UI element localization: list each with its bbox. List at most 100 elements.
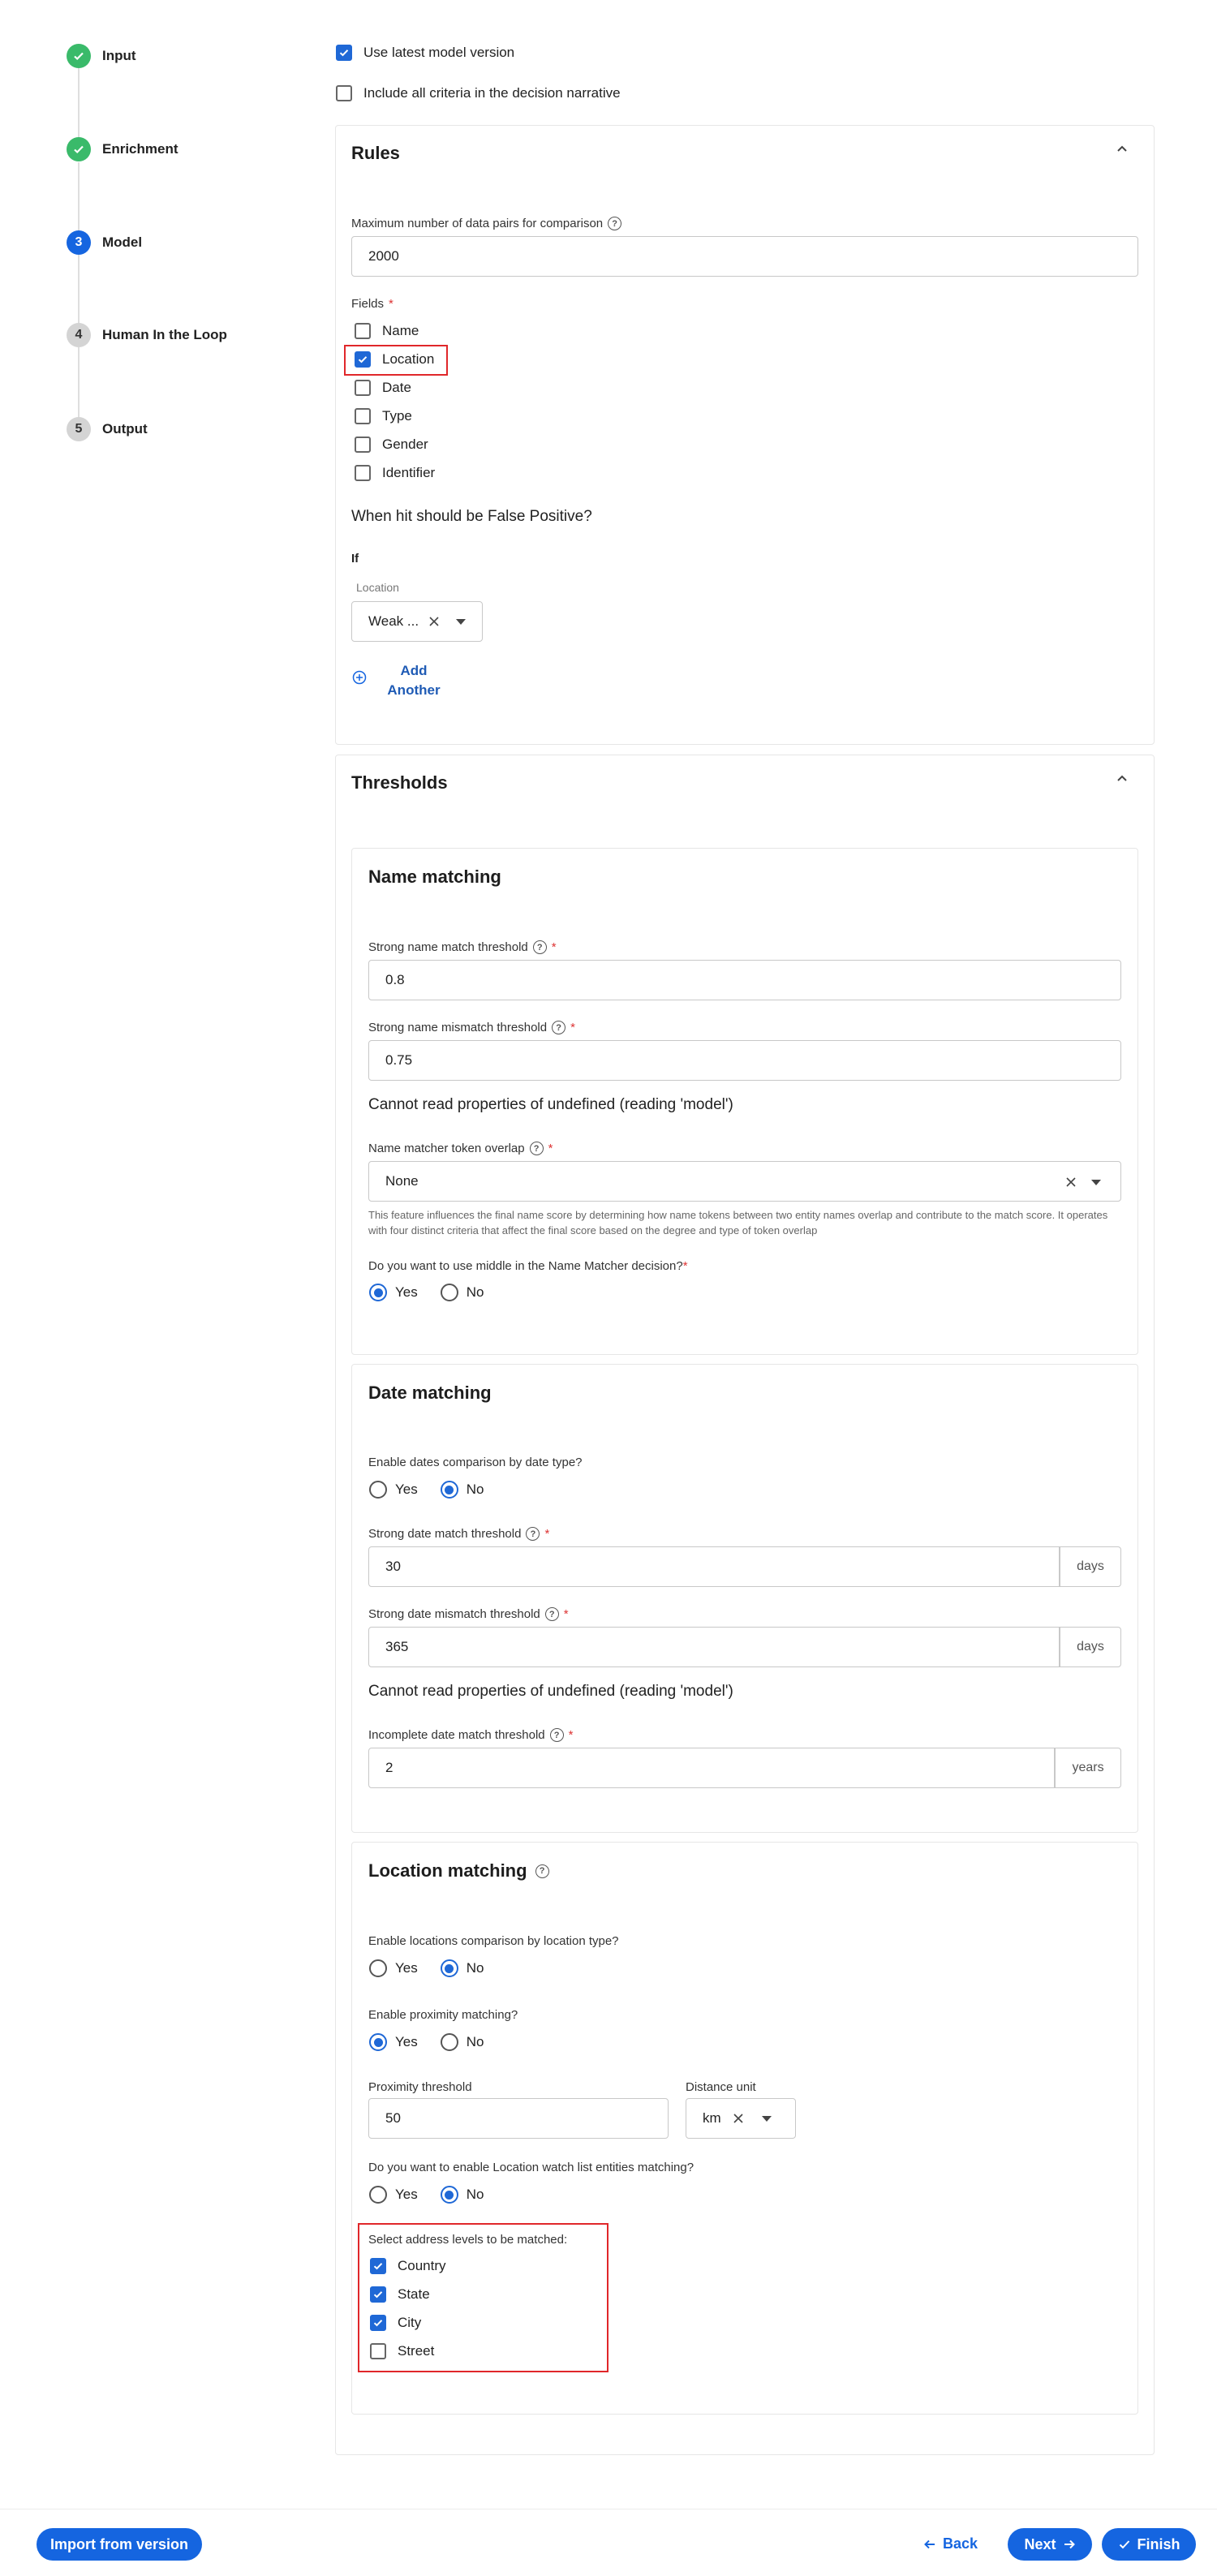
dropdown-caret-icon[interactable] (761, 2115, 772, 2122)
help-icon[interactable]: ? (532, 940, 547, 954)
select-value: Weak ... (368, 613, 419, 629)
step-label: Human In the Loop (102, 327, 227, 342)
strong-name-mismatch-input[interactable]: 0.75 (368, 1040, 1121, 1081)
select-value: None (385, 1173, 419, 1189)
checkbox-checked[interactable] (370, 2315, 386, 2331)
checkbox-unchecked[interactable] (355, 465, 371, 481)
checkbox-unchecked[interactable] (370, 2343, 386, 2359)
address-levels-label: Select address levels to be matched: (368, 2233, 568, 2247)
proximity-question: Enable proximity matching? (368, 2008, 518, 2022)
add-circle-icon[interactable] (352, 670, 367, 685)
checkbox-unchecked[interactable] (355, 380, 371, 396)
include-criteria-option[interactable]: Include all criteria in the decision nar… (336, 85, 621, 101)
option-label: Include all criteria in the decision nar… (363, 85, 621, 101)
strong-name-match-input[interactable]: 0.8 (368, 960, 1121, 1000)
finish-button[interactable]: Finish (1102, 2528, 1196, 2561)
chevron-up-icon[interactable] (1113, 770, 1131, 788)
address-level-city[interactable]: City (370, 2315, 421, 2331)
checkbox-unchecked[interactable] (355, 323, 371, 339)
address-level-state[interactable]: State (370, 2286, 430, 2303)
location-rule-select[interactable]: Weak ... (351, 601, 483, 642)
back-button[interactable]: Back (923, 2535, 978, 2552)
address-level-label: State (398, 2286, 430, 2302)
checkbox-unchecked[interactable] (355, 408, 371, 424)
proximity-threshold-input[interactable]: 50 (368, 2098, 669, 2139)
token-overlap-label: Name matcher token overlap ? * (368, 1142, 553, 1155)
step-model[interactable]: 3 Model (67, 230, 142, 255)
checkbox-checked[interactable] (336, 45, 352, 61)
help-icon[interactable]: ? (526, 1527, 540, 1541)
step-enrichment[interactable]: Enrichment (67, 137, 178, 161)
help-icon[interactable]: ? (552, 1021, 566, 1034)
field-gender[interactable]: Gender (355, 437, 428, 453)
step-input[interactable]: Input (67, 44, 136, 68)
radio-no[interactable]: No (440, 1284, 484, 1301)
help-icon[interactable]: ? (529, 1142, 544, 1155)
radio-no[interactable]: No (440, 1481, 484, 1499)
step-label: Enrichment (102, 141, 178, 157)
checkbox-unchecked[interactable] (336, 85, 352, 101)
step-output[interactable]: 5 Output (67, 417, 148, 441)
strong-date-mismatch-input[interactable]: 365 (368, 1627, 1060, 1667)
error-message: Cannot read properties of undefined (rea… (368, 1096, 733, 1113)
proximity-threshold-label: Proximity threshold (368, 2080, 472, 2094)
arrow-right-icon (1064, 2539, 1075, 2549)
watchlist-radio-group: Yes No (369, 2186, 498, 2204)
chevron-up-icon[interactable] (1113, 140, 1131, 158)
help-icon[interactable]: ? (535, 1864, 549, 1878)
add-another-button[interactable]: Add Another (381, 661, 446, 700)
check-circle-icon (67, 44, 91, 68)
address-level-street[interactable]: Street (370, 2343, 434, 2359)
checkbox-checked[interactable] (370, 2286, 386, 2303)
date-matching-title: Date matching (368, 1383, 492, 1403)
field-identifier[interactable]: Identifier (355, 465, 435, 481)
step-label: Output (102, 421, 148, 437)
unit-suffix: days (1060, 1627, 1121, 1667)
distance-unit-select[interactable]: km (686, 2098, 796, 2139)
address-level-country[interactable]: Country (370, 2258, 446, 2274)
location-matching-title: Location matching ? (368, 1860, 549, 1881)
help-icon[interactable]: ? (608, 217, 622, 230)
dropdown-caret-icon[interactable] (1091, 1180, 1101, 1185)
radio-yes[interactable]: Yes (369, 1959, 418, 1977)
field-label: Type (382, 408, 412, 424)
radio-yes[interactable]: Yes (369, 1284, 418, 1301)
strong-date-match-input[interactable]: 30 (368, 1546, 1060, 1587)
radio-yes[interactable]: Yes (369, 2033, 418, 2051)
clear-icon[interactable] (1065, 1176, 1077, 1188)
step-number: 5 (67, 417, 91, 441)
radio-no[interactable]: No (440, 1959, 484, 1977)
strong-name-match-label: Strong name match threshold ? * (368, 940, 557, 954)
max-pairs-input[interactable]: 2000 (351, 236, 1138, 277)
select-value: km (703, 2110, 721, 2126)
radio-no[interactable]: No (440, 2033, 484, 2051)
help-icon[interactable]: ? (549, 1728, 564, 1742)
clear-icon[interactable] (733, 2113, 744, 2124)
incomplete-date-label: Incomplete date match threshold ? * (368, 1728, 574, 1742)
latest-model-option[interactable]: Use latest model version (336, 45, 514, 61)
checkbox-checked[interactable] (370, 2258, 386, 2274)
field-name[interactable]: Name (355, 323, 419, 339)
field-type[interactable]: Type (355, 408, 412, 424)
option-label: Use latest model version (363, 45, 515, 60)
field-label: Name (382, 323, 419, 338)
import-from-version-button[interactable]: Import from version (37, 2528, 202, 2561)
check-icon (1119, 2540, 1129, 2549)
dropdown-caret-icon[interactable] (456, 618, 467, 625)
location-rule-label: Location (356, 581, 399, 594)
field-date[interactable]: Date (355, 380, 411, 396)
radio-yes[interactable]: Yes (369, 2186, 418, 2204)
help-icon[interactable]: ? (544, 1607, 559, 1621)
checkbox-unchecked[interactable] (355, 437, 371, 453)
field-label: Gender (382, 437, 428, 452)
incomplete-date-input[interactable]: 2 (368, 1748, 1055, 1788)
next-button[interactable]: Next (1008, 2528, 1092, 2561)
step-human-in-the-loop[interactable]: 4 Human In the Loop (67, 323, 227, 347)
radio-yes[interactable]: Yes (369, 1481, 418, 1499)
clear-icon[interactable] (428, 616, 440, 627)
radio-no[interactable]: No (440, 2186, 484, 2204)
strong-date-mismatch-label: Strong date mismatch threshold ? * (368, 1607, 569, 1621)
token-overlap-select[interactable]: None (368, 1161, 1121, 1202)
step-label: Model (102, 234, 143, 250)
false-positive-question: When hit should be False Positive? (351, 508, 592, 525)
